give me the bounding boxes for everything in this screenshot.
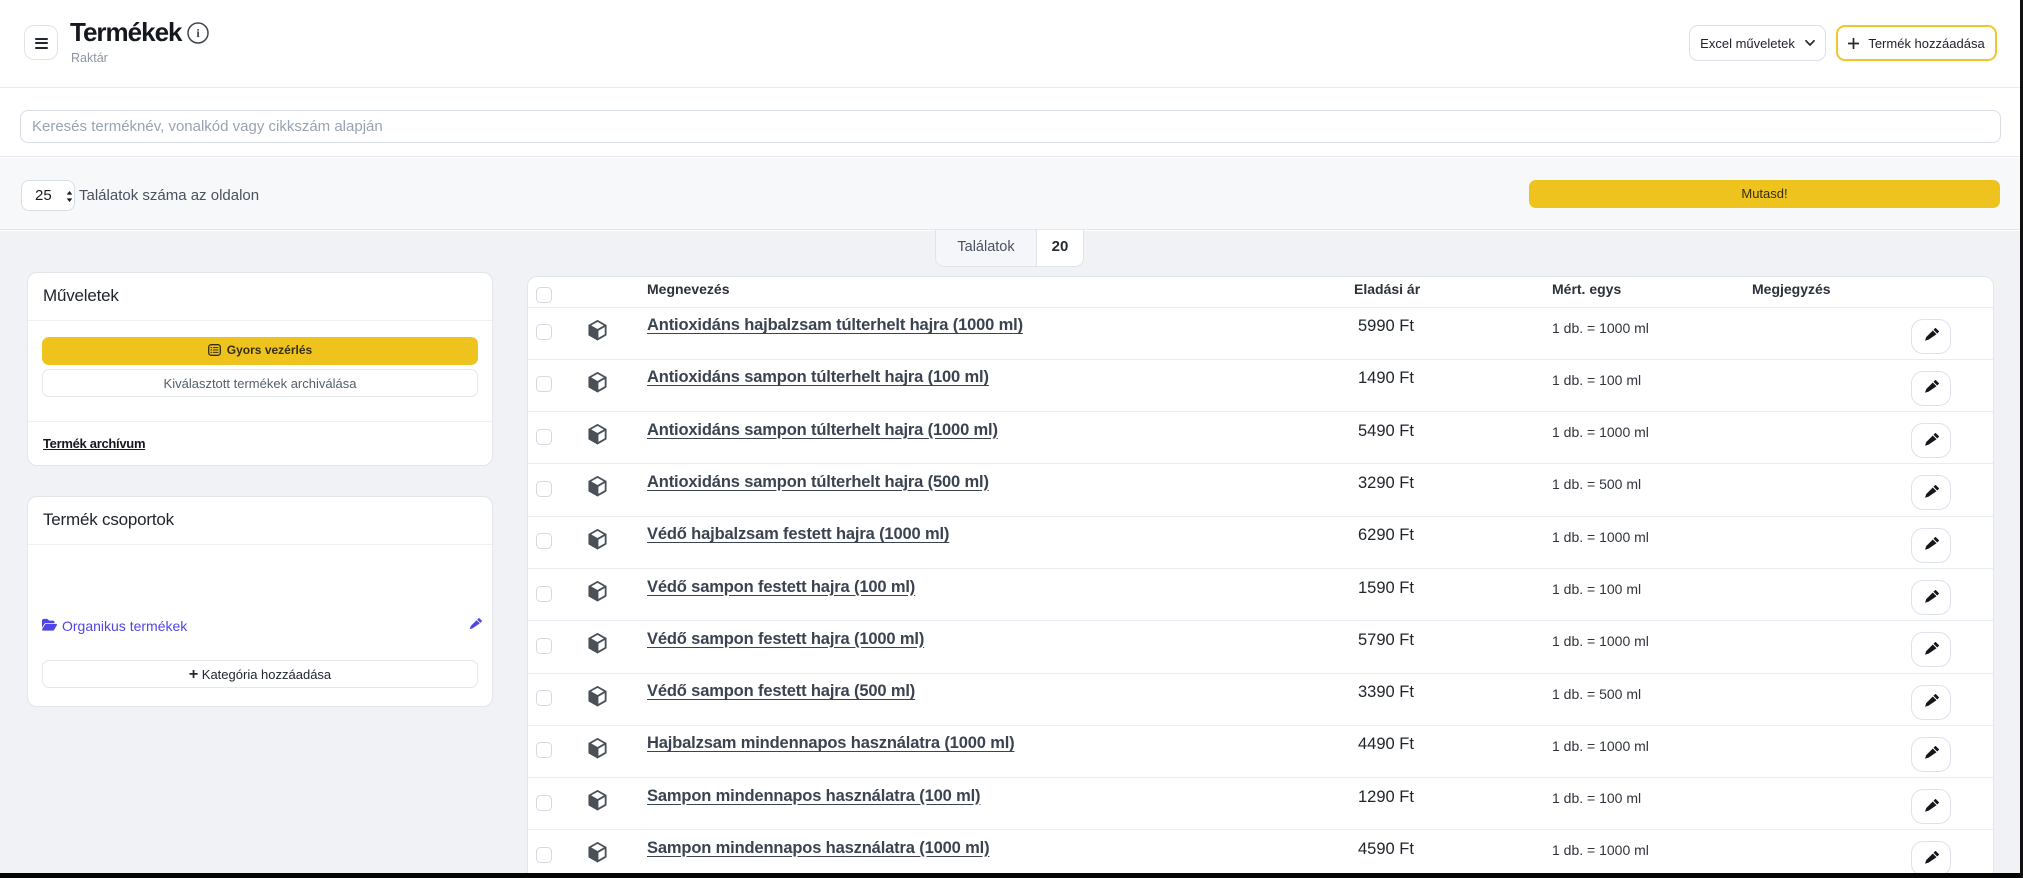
svg-text:i: i xyxy=(196,26,200,40)
